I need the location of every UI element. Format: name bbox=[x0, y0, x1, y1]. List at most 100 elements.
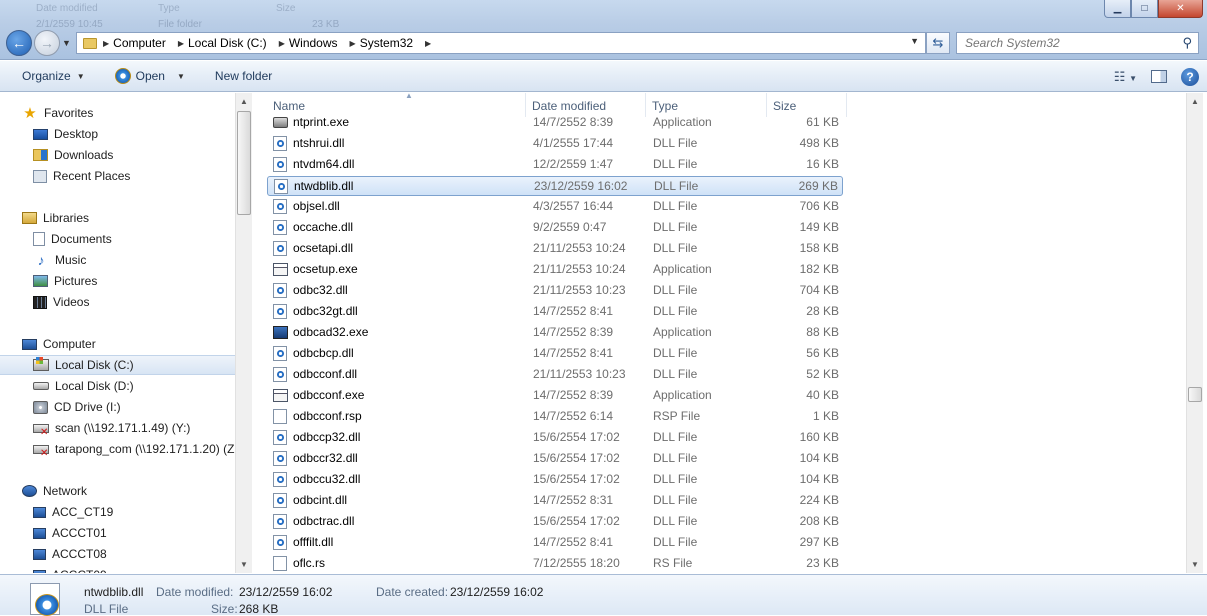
details-pane: ntwdblib.dll DLL File Date modified: 23/… bbox=[0, 574, 1207, 616]
file-row[interactable]: odbcad32.exe 14/7/2552 8:39 Application 88 … bbox=[267, 323, 843, 343]
details-date-created: 23/12/2559 16:02 bbox=[450, 585, 544, 599]
file-date-modified: 12/2/2559 1:47 bbox=[533, 157, 614, 171]
file-date-modified: 15/6/2554 17:02 bbox=[533, 430, 620, 444]
close-button[interactable]: ✕ bbox=[1158, 0, 1203, 18]
file-list-scrollbar[interactable]: ▲ ▼ bbox=[1186, 93, 1203, 573]
refresh-button[interactable]: ⇆ bbox=[926, 32, 950, 54]
file-row[interactable]: ntshrui.dll 4/1/2555 17:44 DLL File 498 KB bbox=[267, 134, 843, 154]
sidebar-item-acc-ct19[interactable]: ACC_CT19 bbox=[0, 502, 236, 522]
file-row[interactable]: odbcconf.rsp 14/7/2552 6:14 RSP File 1 KB bbox=[267, 407, 843, 427]
sidebar-item-local-disk-c[interactable]: Local Disk (C:) bbox=[0, 355, 236, 375]
file-date-modified: 21/11/2553 10:24 bbox=[533, 241, 626, 255]
back-arrow-icon: ← bbox=[12, 35, 26, 51]
sidebar-item-cd-drive-i[interactable]: CD Drive (I:) bbox=[0, 397, 236, 417]
recent-places-icon bbox=[33, 169, 47, 183]
file-scroll-thumb[interactable] bbox=[1188, 387, 1202, 402]
nav-group-favorites[interactable]: ★ Favorites bbox=[22, 103, 250, 123]
sidebar-item-accct01[interactable]: ACCCT01 bbox=[0, 523, 236, 543]
sidebar-item-pictures[interactable]: Pictures bbox=[0, 271, 236, 291]
file-name: ntshrui.dll bbox=[293, 136, 345, 150]
file-row[interactable]: odbccu32.dll 15/6/2554 17:02 DLL File 104 K… bbox=[267, 470, 843, 490]
file-row[interactable]: odbcint.dll 14/7/2552 8:31 DLL File 224 KB bbox=[267, 491, 843, 511]
sidebar-item-accct09[interactable]: ACCCT09 bbox=[0, 565, 236, 573]
chevron-right-icon[interactable]: ▶ bbox=[97, 39, 109, 48]
forward-button[interactable]: → bbox=[34, 30, 60, 56]
maximize-button[interactable]: □ bbox=[1131, 0, 1158, 18]
file-name: ocsetup.exe bbox=[293, 262, 358, 276]
file-row[interactable]: ntvdm64.dll 12/2/2559 1:47 DLL File 16 KB bbox=[267, 155, 843, 175]
sidebar-item-label: CD Drive (I:) bbox=[54, 400, 121, 414]
sidebar-item-downloads[interactable]: Downloads bbox=[0, 145, 236, 165]
breadcrumb-system32[interactable]: System32 bbox=[356, 36, 419, 50]
file-row[interactable]: occache.dll 9/2/2559 0:47 DLL File 149 KB bbox=[267, 218, 843, 238]
breadcrumb-windows[interactable]: Windows bbox=[285, 36, 344, 50]
file-name: odbcbcp.dll bbox=[293, 346, 354, 360]
file-row[interactable]: odbc32.dll 21/11/2553 10:23 DLL File 704 KB bbox=[267, 281, 843, 301]
nav-scrollbar[interactable]: ▲ ▼ bbox=[235, 93, 252, 573]
recent-pages-dropdown-icon[interactable]: ▼ bbox=[62, 38, 71, 48]
minimize-icon: ▁ bbox=[1113, 3, 1122, 14]
scroll-down-icon[interactable]: ▼ bbox=[1187, 556, 1203, 573]
file-row[interactable]: odbccr32.dll 15/6/2554 17:02 DLL File 104 K… bbox=[267, 449, 843, 469]
change-view-button[interactable]: ☷ ▼ bbox=[1114, 69, 1137, 85]
file-row[interactable]: ocsetup.exe 21/11/2553 10:24 Application 18… bbox=[267, 260, 843, 280]
file-row[interactable]: objsel.dll 4/3/2557 16:44 DLL File 706 KB bbox=[267, 197, 843, 217]
file-row[interactable]: ntprint.exe 14/7/2552 8:39 Application 61 K… bbox=[267, 113, 843, 133]
file-row[interactable]: odbccp32.dll 15/6/2554 17:02 DLL File 160 K… bbox=[267, 428, 843, 448]
file-row[interactable]: odbctrac.dll 15/6/2554 17:02 DLL File 208 K… bbox=[267, 512, 843, 532]
help-icon[interactable]: ? bbox=[1181, 67, 1199, 86]
file-size: 104 KB bbox=[799, 472, 839, 486]
search-input[interactable] bbox=[963, 35, 1163, 51]
search-box[interactable]: ⚲ bbox=[956, 32, 1199, 54]
address-bar[interactable]: ▶ Computer ▶ Local Disk (C:) ▶ Windows ▶… bbox=[76, 32, 926, 54]
sidebar-item-videos[interactable]: Videos bbox=[0, 292, 236, 312]
file-row[interactable]: ntwdblib.dll 23/12/2559 16:02 DLL File 269 … bbox=[267, 176, 843, 196]
new-folder-button[interactable]: New folder bbox=[195, 61, 282, 91]
dll-file-icon bbox=[273, 451, 287, 466]
open-button[interactable]: Open ▼ bbox=[95, 61, 195, 91]
sidebar-item-scan-192-171-1-49-y[interactable]: scan (\\192.171.1.49) (Y:) bbox=[0, 418, 236, 438]
preview-pane-icon[interactable] bbox=[1151, 70, 1167, 83]
file-row[interactable]: oflc.rs 7/12/2555 18:20 RS File 23 KB bbox=[267, 554, 843, 573]
chevron-right-icon[interactable]: ▶ bbox=[273, 39, 285, 48]
sidebar-item-desktop[interactable]: Desktop bbox=[0, 124, 236, 144]
minimize-button[interactable]: ▁ bbox=[1104, 0, 1131, 18]
file-row[interactable]: odbcconf.exe 14/7/2552 8:39 Application 40 … bbox=[267, 386, 843, 406]
nav-group-computer[interactable]: Computer bbox=[22, 334, 250, 354]
sidebar-item-accct08[interactable]: ACCCT08 bbox=[0, 544, 236, 564]
breadcrumb-computer[interactable]: Computer bbox=[109, 36, 172, 50]
file-row[interactable]: odbcconf.dll 21/11/2553 10:23 DLL File 52 K… bbox=[267, 365, 843, 385]
scroll-up-icon[interactable]: ▲ bbox=[1187, 93, 1203, 110]
breadcrumb-local-disk-c[interactable]: Local Disk (C:) bbox=[184, 36, 273, 50]
sidebar-item-local-disk-d[interactable]: Local Disk (D:) bbox=[0, 376, 236, 396]
file-date-modified: 7/12/2555 18:20 bbox=[533, 556, 620, 570]
chevron-right-icon[interactable]: ▶ bbox=[344, 39, 356, 48]
dll-file-icon bbox=[273, 514, 287, 529]
file-type: DLL File bbox=[653, 451, 698, 465]
chevron-right-icon[interactable]: ▶ bbox=[419, 39, 431, 48]
chevron-down-icon[interactable]: ▼ bbox=[177, 72, 185, 81]
sidebar-item-tarapong-com-192-171-1-20-z[interactable]: tarapong_com (\\192.171.1.20) (Z:) bbox=[0, 439, 242, 459]
sidebar-item-recent-places[interactable]: Recent Places bbox=[0, 166, 236, 186]
address-history-dropdown-icon[interactable]: ▼ bbox=[910, 36, 919, 46]
organize-button[interactable]: Organize ▼ bbox=[0, 61, 95, 91]
file-row[interactable]: offfilt.dll 14/7/2552 8:41 DLL File 297 KB bbox=[267, 533, 843, 553]
refresh-icon: ⇆ bbox=[932, 35, 944, 50]
file-row[interactable]: odbc32gt.dll 14/7/2552 8:41 DLL File 28 KB bbox=[267, 302, 843, 322]
sidebar-item-music[interactable]: ♪ Music bbox=[0, 250, 236, 270]
chevron-right-icon[interactable]: ▶ bbox=[172, 39, 184, 48]
nav-scroll-thumb[interactable] bbox=[237, 111, 251, 215]
file-date-modified: 14/7/2552 8:41 bbox=[533, 535, 614, 549]
search-icon[interactable]: ⚲ bbox=[1182, 35, 1192, 51]
file-row[interactable]: odbcbcp.dll 14/7/2552 8:41 DLL File 56 KB bbox=[267, 344, 843, 364]
ghost-value-size: 23 KB bbox=[312, 19, 340, 30]
back-button[interactable]: ← bbox=[6, 30, 32, 56]
open-label: Open bbox=[135, 69, 165, 83]
scroll-down-icon[interactable]: ▼ bbox=[236, 556, 252, 573]
nav-group-network[interactable]: Network bbox=[22, 481, 250, 501]
scroll-up-icon[interactable]: ▲ bbox=[236, 93, 252, 110]
file-row[interactable]: ocsetapi.dll 21/11/2553 10:24 DLL File 158 … bbox=[267, 239, 843, 259]
sidebar-item-documents[interactable]: Documents bbox=[0, 229, 236, 249]
file-name: offfilt.dll bbox=[293, 535, 334, 549]
nav-group-libraries[interactable]: Libraries bbox=[22, 208, 250, 228]
